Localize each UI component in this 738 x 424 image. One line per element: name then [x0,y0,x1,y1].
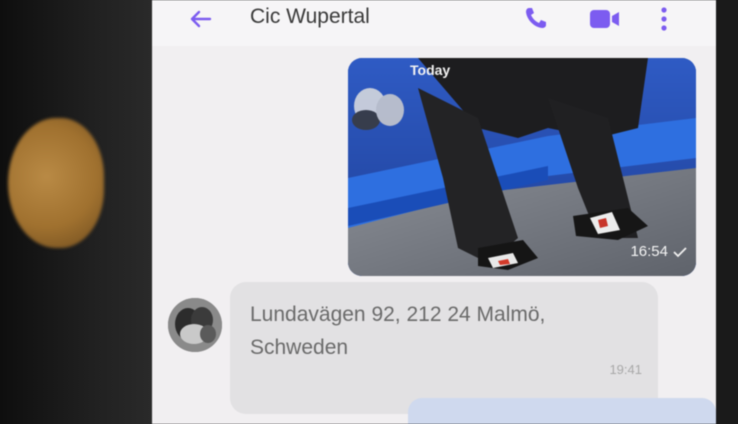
incoming-message-bubble[interactable]: Lundavägen 92, 212 24 Malmö, Schweden 19… [230,282,658,414]
phone-call-icon[interactable] [522,4,550,32]
message-text: Lundavägen 92, 212 24 Malmö, Schweden [250,298,630,364]
date-separator: Today [410,62,451,78]
chat-header: Cic Wupertal [152,0,716,46]
more-menu-icon[interactable] [656,4,672,34]
contact-name[interactable]: Cic Wupertal [250,5,370,29]
message-line-2: Schweden [250,336,349,359]
message-timestamp: 16:54 [630,243,668,260]
contact-avatar[interactable] [168,298,222,352]
outgoing-message-bubble[interactable] [408,398,716,424]
read-check-icon [672,246,688,258]
device-bezel-right [716,0,738,424]
message-timestamp: 19:41 [609,362,642,377]
message-line-1: Lundavägen 92, 212 24 Malmö, [250,303,546,326]
photo-message[interactable]: Today 16:54 [348,58,696,276]
video-call-icon[interactable] [588,6,622,32]
back-arrow-icon[interactable] [186,4,216,34]
phone-screen: Cic Wupertal Today 16:54 Lundavägen 92, … [152,0,716,424]
camera-sensor [8,118,104,248]
